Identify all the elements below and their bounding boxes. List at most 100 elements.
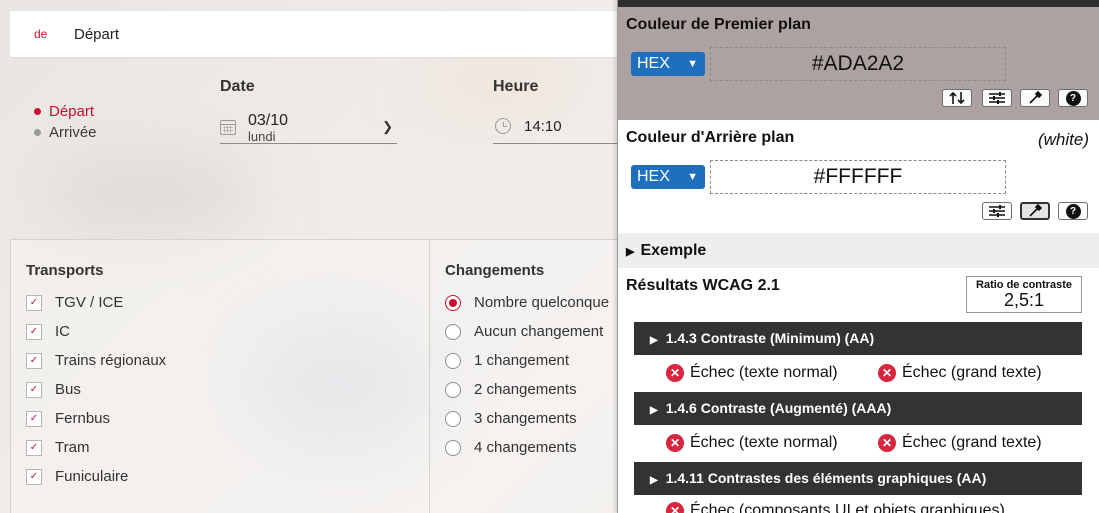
criterion-title: 1.4.6 Contraste (Augmenté) (AAA) — [665, 400, 892, 416]
clock-icon — [495, 118, 511, 134]
mode-departure-label: Départ — [49, 103, 95, 120]
from-field[interactable]: de Départ — [10, 11, 620, 57]
time-label: Heure — [493, 78, 539, 95]
contrast-checker-panel: Couleur de Premier plan HEX ▼ #ADA2A2 ? … — [617, 0, 1099, 513]
checkbox-icon: ✓ — [26, 352, 42, 369]
transport-regional[interactable]: ✓ Trains régionaux — [26, 352, 166, 369]
radio-icon — [445, 439, 461, 456]
fail-icon: ✕ — [666, 364, 684, 382]
transport-label: Funiculaire — [55, 468, 129, 485]
foreground-eyedropper-button[interactable] — [1020, 89, 1050, 107]
changes-2[interactable]: 2 changements — [445, 381, 577, 398]
foreground-adjust-button[interactable] — [982, 89, 1012, 107]
eyedropper-icon — [1029, 91, 1042, 104]
criterion-1-4-3-toggle[interactable]: ▶ 1.4.3 Contraste (Minimum) (AA) — [634, 322, 1082, 355]
example-toggle[interactable]: ▶ Exemple — [618, 233, 1099, 268]
mode-arrival[interactable]: Arrivée — [34, 122, 97, 143]
changes-1[interactable]: 1 changement — [445, 352, 569, 369]
checkbox-icon: ✓ — [26, 468, 42, 485]
transport-label: Tram — [55, 439, 90, 456]
disclosure-triangle-icon: ▶ — [650, 335, 658, 346]
swap-colors-button[interactable] — [942, 89, 972, 107]
swap-arrows-icon — [949, 91, 965, 105]
mode-departure[interactable]: Départ — [34, 101, 97, 122]
radio-icon — [445, 352, 461, 369]
contrast-ratio-box: Ratio de contraste 2,5:1 — [966, 276, 1082, 313]
foreground-format-label: HEX — [637, 55, 670, 72]
fail-icon: ✕ — [878, 434, 896, 452]
calendar-icon — [220, 120, 236, 135]
eyedropper-icon — [1029, 204, 1042, 217]
radio-icon — [445, 323, 461, 340]
transport-tgv-ice[interactable]: ✓ TGV / ICE — [26, 294, 123, 311]
background-title: Couleur d'Arrière plan — [626, 129, 795, 146]
criterion-result-text: Échec (grand texte) — [902, 434, 1042, 451]
disclosure-triangle-icon: ▶ — [650, 405, 658, 416]
chevron-down-icon: ❯ — [382, 119, 393, 134]
departure-arrival-toggle: Départ Arrivée — [34, 101, 97, 143]
date-picker[interactable]: 03/10 lundi ❯ — [220, 110, 397, 144]
foreground-section: Couleur de Premier plan HEX ▼ #ADA2A2 ? — [618, 7, 1099, 120]
transport-label: Bus — [55, 381, 81, 398]
fail-icon: ✕ — [878, 364, 896, 382]
checkbox-icon: ✓ — [26, 410, 42, 427]
date-weekday: lundi — [248, 129, 276, 144]
foreground-hex-input[interactable]: #ADA2A2 — [710, 47, 1006, 81]
contrast-ratio-value: 2,5:1 — [1003, 290, 1045, 310]
foreground-help-button[interactable]: ? — [1058, 89, 1088, 107]
panel-top-bar — [618, 0, 1099, 7]
foreground-format-select[interactable]: HEX ▼ — [631, 52, 705, 76]
changes-any[interactable]: Nombre quelconque — [445, 294, 609, 311]
help-icon: ? — [1065, 203, 1081, 219]
selected-dot-icon — [34, 108, 41, 115]
transport-fernbus[interactable]: ✓ Fernbus — [26, 410, 110, 427]
checkbox-icon: ✓ — [26, 323, 42, 340]
criterion-title: 1.4.11 Contrastes des éléments graphique… — [665, 470, 987, 486]
transport-label: TGV / ICE — [55, 294, 124, 311]
date-value: 03/10 — [248, 112, 289, 129]
criterion-1-4-6-toggle[interactable]: ▶ 1.4.6 Contraste (Augmenté) (AAA) — [634, 392, 1082, 425]
background-hex-input[interactable]: #FFFFFF — [710, 160, 1006, 194]
transport-ic[interactable]: ✓ IC — [26, 323, 70, 340]
disclosure-triangle-icon: ▶ — [626, 246, 635, 258]
radio-selected-icon — [445, 294, 461, 311]
background-help-button[interactable]: ? — [1058, 202, 1088, 220]
criterion-title: 1.4.3 Contraste (Minimum) (AA) — [665, 330, 875, 346]
changes-3[interactable]: 3 changements — [445, 410, 577, 427]
background-format-select[interactable]: HEX ▼ — [631, 165, 705, 189]
fail-icon: ✕ — [666, 434, 684, 452]
sliders-icon — [989, 205, 1005, 217]
transport-tram[interactable]: ✓ Tram — [26, 439, 89, 456]
transport-label: Fernbus — [55, 410, 111, 427]
background-adjust-button[interactable] — [982, 202, 1012, 220]
criterion-result: ✕ Échec (composants UI et objets graphiqu… — [666, 502, 1005, 513]
background-eyedropper-button[interactable] — [1020, 202, 1050, 220]
chevron-down-icon: ▼ — [687, 58, 698, 70]
criterion-1-4-11-toggle[interactable]: ▶ 1.4.11 Contrastes des éléments graphiqu… — [634, 462, 1082, 495]
criterion-result: ✕ Échec (texte normal) — [666, 364, 838, 382]
transport-label: IC — [55, 323, 70, 340]
changes-label: Aucun changement — [474, 323, 604, 340]
radio-icon — [445, 410, 461, 427]
changes-label: 4 changements — [474, 439, 577, 456]
checkbox-icon: ✓ — [26, 381, 42, 398]
transport-bus[interactable]: ✓ Bus — [26, 381, 81, 398]
background-color-name: (white) — [1037, 130, 1089, 149]
unselected-dot-icon — [34, 129, 41, 136]
changes-label: 1 changement — [474, 352, 570, 369]
criterion-result: ✕ Échec (texte normal) — [666, 434, 838, 452]
help-icon: ? — [1065, 90, 1081, 106]
transports-title: Transports — [26, 262, 104, 279]
changes-4[interactable]: 4 changements — [445, 439, 577, 456]
from-prefix: de — [34, 27, 48, 41]
disclosure-triangle-icon: ▶ — [650, 475, 658, 486]
checkbox-icon: ✓ — [26, 439, 42, 456]
transport-funicular[interactable]: ✓ Funiculaire — [26, 468, 128, 485]
time-value: 14:10 — [524, 118, 562, 135]
changes-label: Nombre quelconque — [474, 294, 610, 311]
transport-label: Trains régionaux — [55, 352, 167, 369]
changes-none[interactable]: Aucun changement — [445, 323, 603, 340]
foreground-title: Couleur de Premier plan — [626, 16, 811, 33]
background-format-label: HEX — [637, 168, 670, 185]
time-picker[interactable]: 14:10 — [493, 110, 620, 144]
